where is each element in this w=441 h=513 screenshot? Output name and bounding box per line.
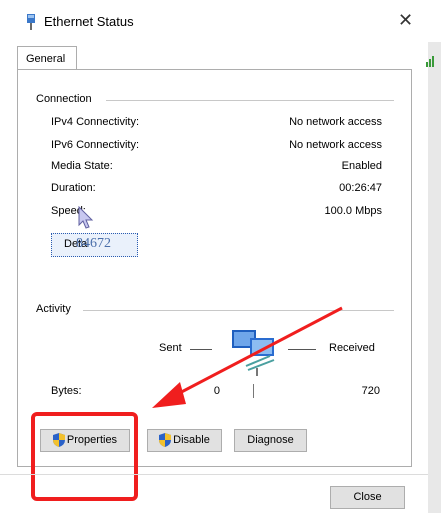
media-state-value: Enabled [341, 160, 382, 172]
ipv4-value: No network access [289, 116, 382, 128]
shield-icon [159, 433, 172, 448]
speed-value: 100.0 Mbps [324, 205, 382, 217]
background-window-edge [428, 42, 441, 513]
ethernet-icon [27, 14, 35, 30]
disable-button[interactable]: Disable [147, 429, 222, 452]
media-state-label: Media State: [51, 160, 113, 172]
ethernet-status-window: Ethernet Status ✕ General Connection IPv… [0, 0, 441, 513]
close-icon[interactable]: ✕ [398, 10, 413, 31]
disable-button-label: Disable [173, 434, 210, 446]
duration-value: 00:26:47 [339, 182, 382, 194]
ipv4-label: IPv4 Connectivity: [51, 116, 140, 128]
overlay-number: 84672 [76, 236, 111, 251]
close-button[interactable]: Close [330, 486, 405, 509]
close-button-label: Close [353, 491, 382, 503]
title-bar: Ethernet Status ✕ [0, 0, 441, 42]
cursor-icon [78, 206, 94, 229]
ipv6-value: No network access [289, 139, 382, 151]
connection-divider [106, 100, 394, 101]
duration-label: Duration: [51, 182, 96, 194]
tab-general[interactable]: General [17, 46, 77, 70]
network-signal-icon [426, 56, 434, 67]
bytes-label: Bytes: [51, 385, 82, 397]
annotation-highlight-box [31, 412, 138, 501]
diagnose-button[interactable]: Diagnose [234, 429, 307, 452]
diagnose-button-label: Diagnose [247, 434, 294, 446]
ipv6-label: IPv6 Connectivity: [51, 139, 140, 151]
activity-group-label: Activity [36, 303, 77, 315]
window-title: Ethernet Status [44, 14, 134, 29]
footer-divider [0, 474, 428, 475]
connection-group-label: Connection [36, 93, 98, 105]
annotation-arrow [152, 306, 343, 408]
